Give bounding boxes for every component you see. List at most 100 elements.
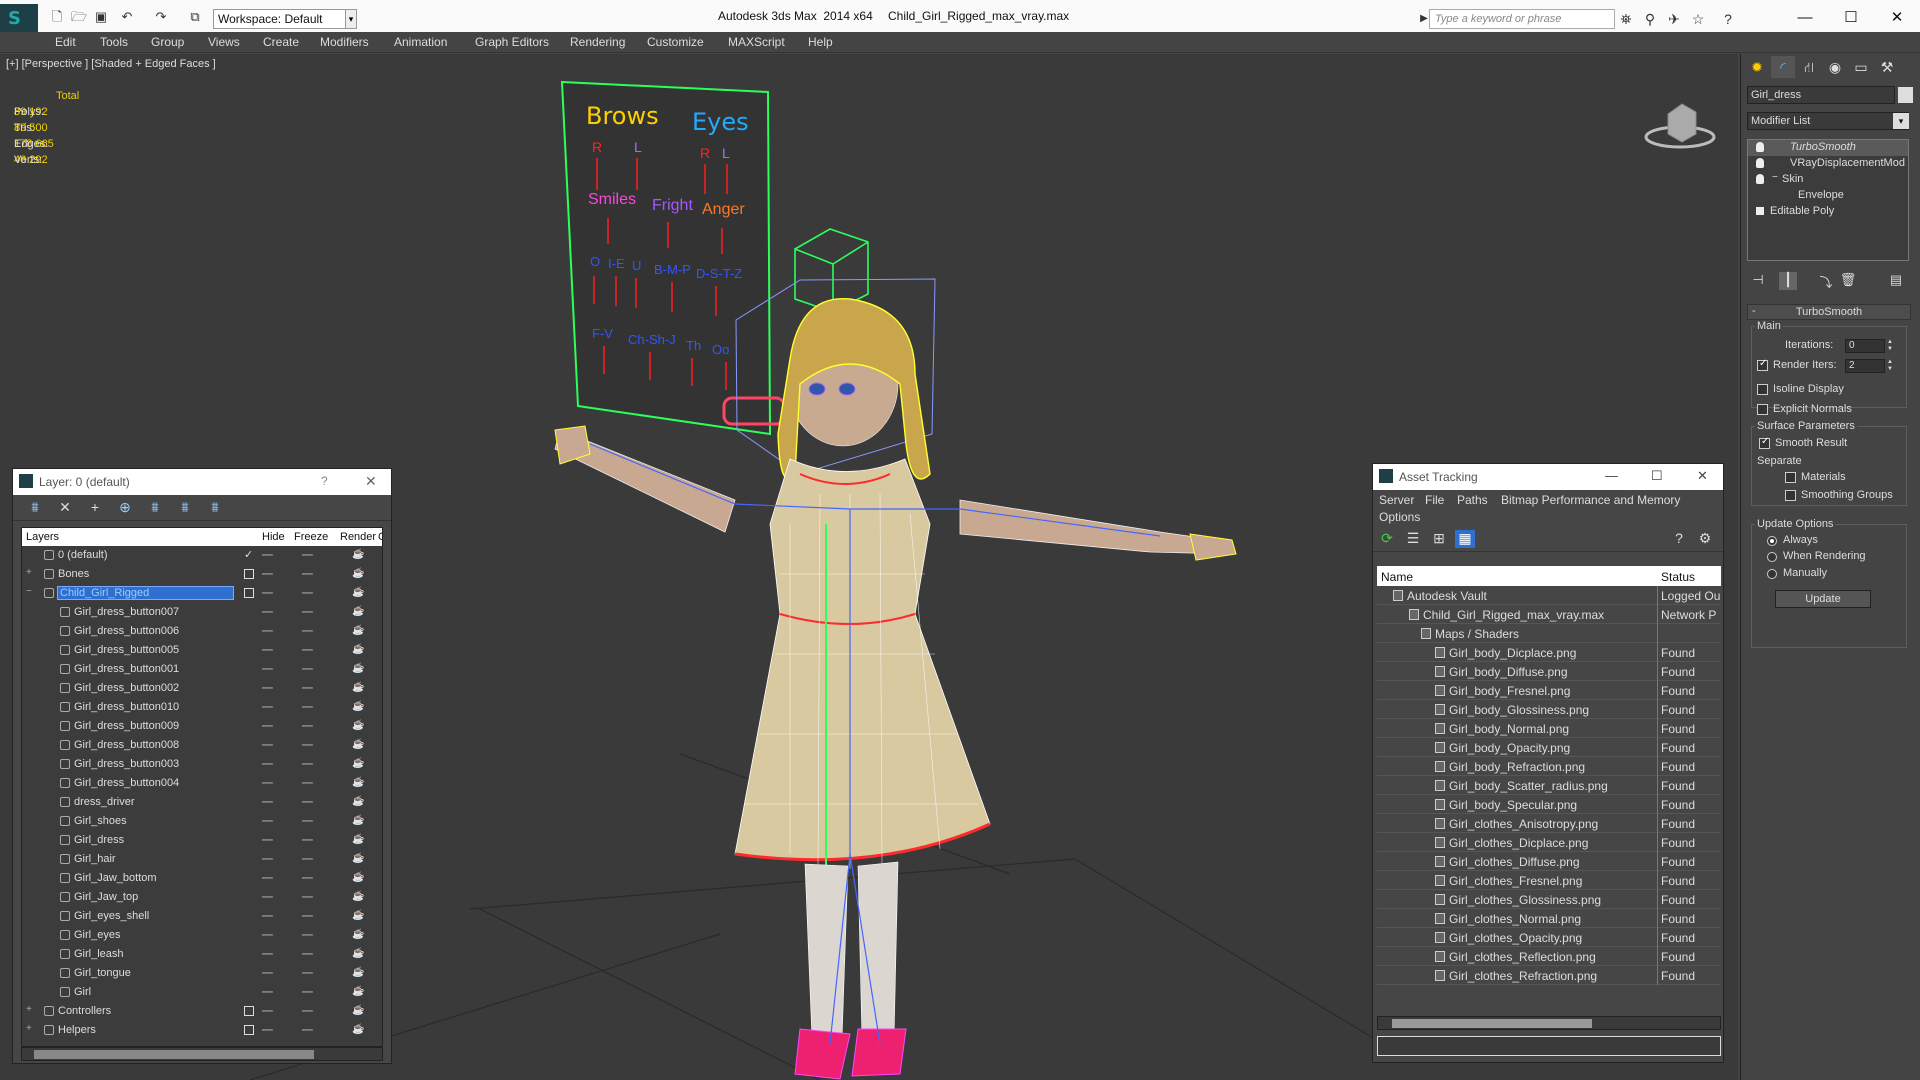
layer-object-row[interactable]: Girl_dress_button005 ━━ ━━ ☕: [22, 641, 382, 660]
expand-toggle-icon[interactable]: +: [26, 1004, 32, 1015]
asset-row[interactable]: Girl_clothes_Reflection.png Found: [1377, 947, 1721, 966]
asset-row[interactable]: Girl_clothes_Normal.png Found: [1377, 909, 1721, 928]
render-toggle-icon[interactable]: ☕: [352, 1005, 364, 1016]
project-folder-icon[interactable]: ⧉: [186, 9, 204, 25]
render-toggle-icon[interactable]: ☕: [352, 568, 364, 579]
asset-row[interactable]: Maps / Shaders: [1377, 624, 1721, 643]
layer-object-row[interactable]: dress_driver ━━ ━━ ☕: [22, 793, 382, 812]
freeze-toggle-icon[interactable]: ━━: [302, 569, 313, 580]
select-objects-icon[interactable]: ⩩: [145, 499, 165, 517]
freeze-toggle-icon[interactable]: ━━: [302, 949, 313, 960]
render-toggle-icon[interactable]: ☕: [352, 796, 364, 807]
save-file-icon[interactable]: ▣: [92, 9, 110, 25]
menu-edit[interactable]: Edit: [55, 35, 76, 49]
hide-toggle-icon[interactable]: ━━: [262, 797, 273, 808]
asset-row[interactable]: Child_Girl_Rigged_max_vray.max Network P: [1377, 605, 1721, 624]
favorites-star-icon[interactable]: ☆: [1689, 10, 1707, 28]
undo-icon[interactable]: ↶: [118, 9, 136, 25]
col-status[interactable]: Status: [1661, 570, 1695, 584]
layer-object-row[interactable]: Girl_eyes ━━ ━━ ☕: [22, 926, 382, 945]
hide-toggle-icon[interactable]: ━━: [262, 778, 273, 789]
table-view-icon[interactable]: ▦: [1455, 530, 1475, 548]
render-toggle-icon[interactable]: ☕: [352, 948, 364, 959]
asset-row[interactable]: Girl_body_Diffuse.png Found: [1377, 662, 1721, 681]
asset-row[interactable]: Girl_clothes_Opacity.png Found: [1377, 928, 1721, 947]
layer-row[interactable]: + Bones ━━ ━━ ☕: [22, 565, 382, 584]
render-toggle-icon[interactable]: ☕: [352, 739, 364, 750]
layer-object-row[interactable]: Girl_dress_button008 ━━ ━━ ☕: [22, 736, 382, 755]
subscription-icon[interactable]: ⚲: [1641, 10, 1659, 28]
expand-toggle-icon[interactable]: −: [26, 586, 32, 597]
layer-close-button[interactable]: ✕: [365, 473, 377, 490]
freeze-toggle-icon[interactable]: ━━: [302, 588, 313, 599]
highlight-layer-icon[interactable]: ⩩: [175, 499, 195, 517]
communication-center-icon[interactable]: ✈: [1665, 10, 1683, 28]
hide-all-layers-icon[interactable]: ⩩: [205, 499, 225, 517]
layer-active-checkbox[interactable]: [244, 1006, 254, 1016]
freeze-toggle-icon[interactable]: ━━: [302, 664, 313, 675]
make-unique-icon[interactable]: ⤵: [1817, 272, 1835, 290]
menu-modifiers[interactable]: Modifiers: [320, 35, 369, 49]
open-file-icon[interactable]: 🗁: [70, 9, 88, 25]
iterations-spinner[interactable]: 0: [1845, 339, 1885, 353]
freeze-toggle-icon[interactable]: ━━: [302, 816, 313, 827]
freeze-toggle-icon[interactable]: ━━: [302, 873, 313, 884]
smooth-result-checkbox[interactable]: [1759, 436, 1770, 449]
layer-object-row[interactable]: Girl_dress_button009 ━━ ━━ ☕: [22, 717, 382, 736]
render-toggle-icon[interactable]: ☕: [352, 1024, 364, 1035]
hide-toggle-icon[interactable]: ━━: [262, 949, 273, 960]
asset-row[interactable]: Girl_body_Refraction.png Found: [1377, 757, 1721, 776]
freeze-toggle-icon[interactable]: ━━: [302, 683, 313, 694]
freeze-toggle-icon[interactable]: ━━: [302, 968, 313, 979]
asset-row[interactable]: Girl_clothes_Diffuse.png Found: [1377, 852, 1721, 871]
turbosmooth-rollout-title[interactable]: - TurboSmooth: [1747, 304, 1911, 320]
stack-item-vraydisplacement[interactable]: VRayDisplacementMod: [1748, 156, 1908, 172]
lightbulb-icon[interactable]: [1756, 158, 1764, 168]
utilities-tab-icon[interactable]: ⚒: [1875, 56, 1899, 78]
layer-object-row[interactable]: Girl_dress_button003 ━━ ━━ ☕: [22, 755, 382, 774]
col-layers[interactable]: Layers: [26, 531, 59, 543]
hide-toggle-icon[interactable]: ━━: [262, 835, 273, 846]
asset-menu-server[interactable]: Server: [1379, 493, 1414, 507]
help-icon[interactable]: ?: [1719, 10, 1737, 28]
layer-row[interactable]: + Controllers ━━ ━━ ☕: [22, 1002, 382, 1021]
freeze-toggle-icon[interactable]: ━━: [302, 721, 313, 732]
menu-help[interactable]: Help: [808, 35, 833, 49]
workspace-dropdown-arrow-icon[interactable]: ▾: [345, 9, 357, 29]
asset-row[interactable]: Girl_clothes_Refraction.png Found: [1377, 966, 1721, 985]
render-toggle-icon[interactable]: ☕: [352, 606, 364, 617]
hide-toggle-icon[interactable]: ━━: [262, 721, 273, 732]
remove-modifier-icon[interactable]: 🗑: [1839, 272, 1857, 290]
freeze-toggle-icon[interactable]: ━━: [302, 930, 313, 941]
asset-maximize-button[interactable]: ☐: [1651, 468, 1663, 484]
materials-checkbox[interactable]: [1785, 472, 1796, 483]
asset-row[interactable]: Autodesk Vault Logged Ou: [1377, 586, 1721, 605]
render-toggle-icon[interactable]: ☕: [352, 720, 364, 731]
character-dress[interactable]: [734, 458, 991, 894]
col-render[interactable]: Render: [340, 531, 376, 543]
collapse-icon[interactable]: −: [1772, 172, 1778, 183]
render-toggle-icon[interactable]: ☕: [352, 625, 364, 636]
modifier-list-arrow-icon[interactable]: ▾: [1893, 113, 1909, 129]
layer-object-row[interactable]: Girl_dress_button007 ━━ ━━ ☕: [22, 603, 382, 622]
menu-maxscript[interactable]: MAXScript: [728, 35, 785, 49]
display-tab-icon[interactable]: ▭: [1849, 56, 1873, 78]
render-toggle-icon[interactable]: ☕: [352, 587, 364, 598]
layer-tool-icon[interactable]: ⩩: [25, 499, 45, 517]
asset-row[interactable]: Girl_clothes_Fresnel.png Found: [1377, 871, 1721, 890]
hide-toggle-icon[interactable]: ━━: [262, 683, 273, 694]
freeze-toggle-icon[interactable]: ━━: [302, 778, 313, 789]
expand-toggle-icon[interactable]: +: [26, 567, 32, 578]
object-color-swatch[interactable]: [1898, 87, 1913, 103]
stack-item-envelope[interactable]: Envelope: [1748, 188, 1908, 204]
render-toggle-icon[interactable]: ☕: [352, 967, 364, 978]
workspace-dropdown[interactable]: Workspace: Default: [213, 9, 351, 29]
hide-toggle-icon[interactable]: ━━: [262, 626, 273, 637]
hide-toggle-icon[interactable]: ━━: [262, 588, 273, 599]
freeze-toggle-icon[interactable]: ━━: [302, 797, 313, 808]
rollout-collapse-icon[interactable]: -: [1752, 305, 1756, 317]
freeze-toggle-icon[interactable]: ━━: [302, 911, 313, 922]
asset-row[interactable]: Girl_body_Specular.png Found: [1377, 795, 1721, 814]
smoothing-groups-checkbox[interactable]: [1785, 490, 1796, 501]
col-name[interactable]: Name: [1381, 570, 1413, 584]
